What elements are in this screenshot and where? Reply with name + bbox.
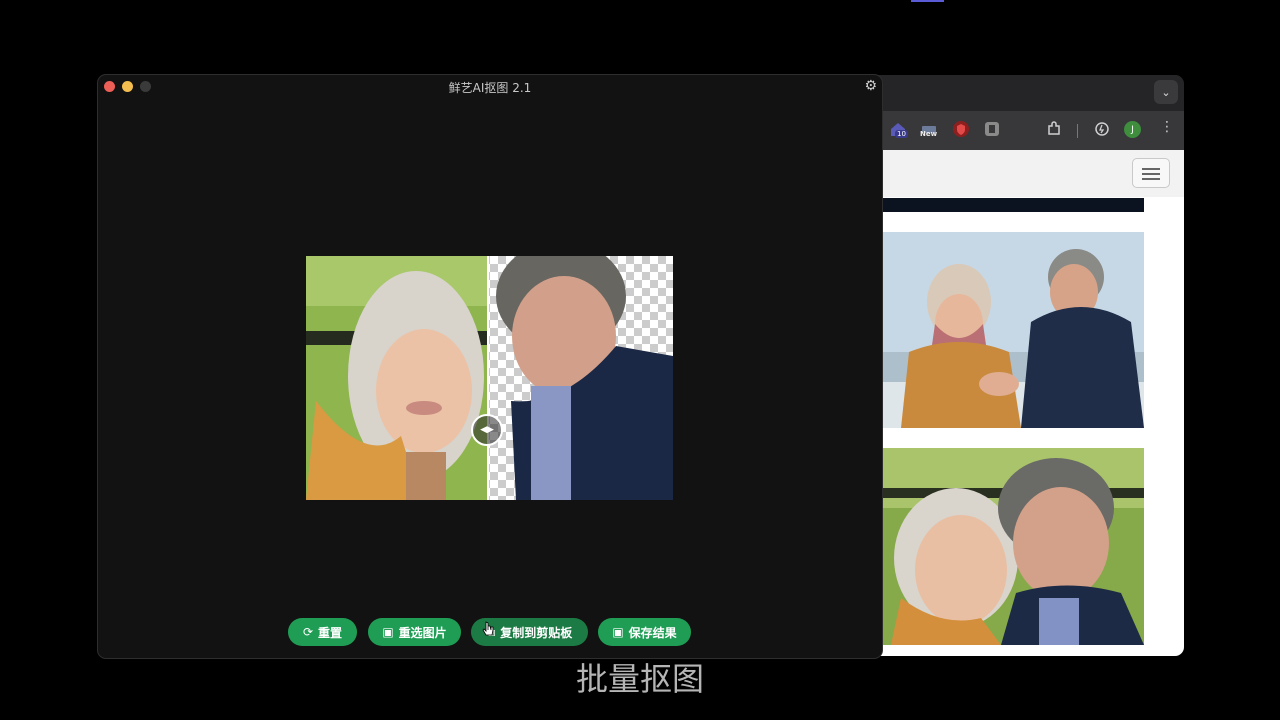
tab-search-button[interactable]: ⌄: [1154, 80, 1178, 104]
extension-puzzle-block-icon[interactable]: [983, 120, 1001, 138]
extensions-puzzle-icon[interactable]: [1045, 120, 1063, 138]
app-title: 鲜艺AI抠图 2.1: [448, 81, 532, 95]
couple-photo-closeup[interactable]: [881, 448, 1144, 645]
image-icon: ▣: [382, 625, 394, 639]
video-caption: 批量抠图: [575, 660, 704, 698]
dark-banner-strip: [881, 198, 1144, 212]
top-accent-bar: [911, 0, 944, 2]
reset-label: 重置: [318, 625, 343, 640]
extension-shield-icon[interactable]: [952, 120, 970, 138]
chevron-down-icon: ⌄: [1161, 85, 1171, 99]
extension-new-icon[interactable]: New: [920, 120, 938, 138]
browser-tab-bar: ⌄: [877, 75, 1184, 111]
site-header: [877, 150, 1184, 197]
comparison-image: [306, 256, 673, 500]
mouse-pointer-icon: [482, 621, 494, 636]
browser-toolbar: 10 New J ⋮: [877, 111, 1184, 150]
before-after-comparison[interactable]: ◀▶: [306, 256, 673, 500]
web-page: [877, 150, 1184, 656]
refresh-icon: ⟳: [302, 625, 314, 639]
reselect-label: 重选图片: [398, 625, 447, 640]
cutout-app-window: 鲜艺AI抠图 2.1 ⚙ ◀▶ ⟳ 重置 ▣ 重选图片 复制到剪贴板 ▣ 保存结…: [97, 74, 883, 659]
comparison-divider: [487, 256, 489, 500]
copy-label: 复制到剪贴板: [500, 625, 573, 640]
reselect-image-button[interactable]: ▣ 重选图片: [368, 618, 461, 646]
comparison-slider-handle[interactable]: ◀▶: [471, 414, 503, 446]
extension-new-label: New: [920, 130, 938, 138]
save-result-button[interactable]: ▣ 保存结果: [598, 618, 691, 646]
reset-button[interactable]: ⟳ 重置: [288, 618, 357, 646]
profile-avatar[interactable]: J: [1124, 121, 1141, 138]
extension-home-icon[interactable]: 10: [889, 120, 908, 138]
avatar-letter: J: [1131, 124, 1134, 135]
extension-badge: 10: [895, 130, 908, 138]
save-label: 保存结果: [628, 625, 677, 640]
couple-photo-seaside[interactable]: [881, 232, 1144, 428]
more-menu-icon[interactable]: ⋮: [1160, 119, 1174, 135]
toolbar-separator: [1077, 124, 1078, 138]
save-image-icon: ▣: [612, 625, 624, 639]
hamburger-menu-button[interactable]: [1132, 158, 1170, 188]
arrows-left-right-icon: ◀▶: [480, 425, 494, 435]
performance-icon[interactable]: [1093, 120, 1111, 138]
gear-icon[interactable]: ⚙: [864, 78, 877, 94]
browser-window: ⌄ 10 New J ⋮: [877, 75, 1184, 656]
